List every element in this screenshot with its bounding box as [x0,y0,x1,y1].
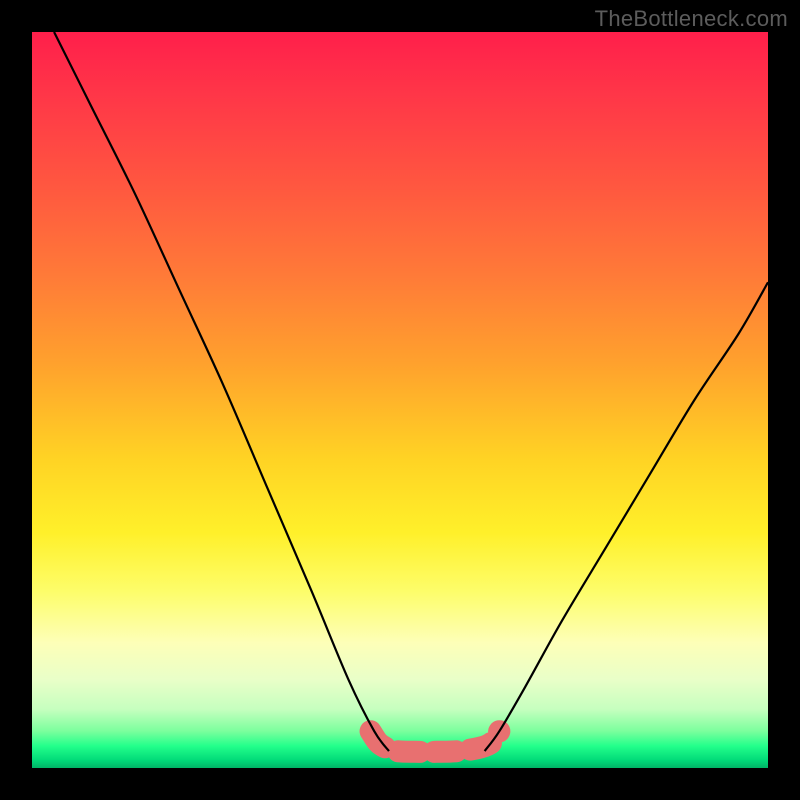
curve-right [485,282,768,751]
chart-svg [32,32,768,768]
chart-frame: TheBottleneck.com [0,0,800,800]
plot-area [32,32,768,768]
curve-left [54,32,389,751]
watermark-text: TheBottleneck.com [595,6,788,32]
bottom-blob [371,731,500,752]
